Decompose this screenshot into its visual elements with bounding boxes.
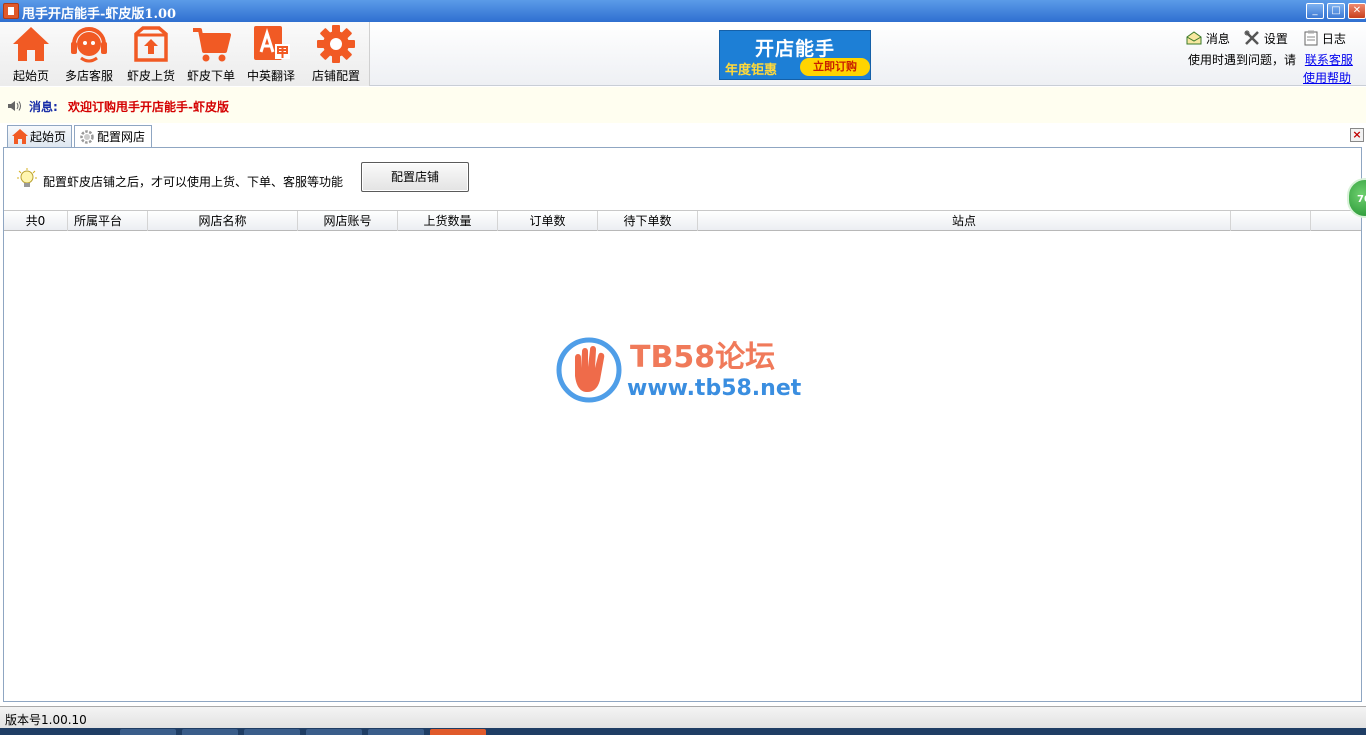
version-text: 版本号1.00.10: [5, 713, 87, 727]
taskbar-item[interactable]: [120, 729, 176, 735]
help-line: 使用时遇到问题，请 联系客服: [1188, 51, 1353, 68]
messages-link[interactable]: 消息: [1186, 30, 1230, 47]
speaker-icon: [8, 101, 21, 111]
gear-icon: [317, 25, 355, 63]
col-store-name[interactable]: 网店名称: [148, 211, 298, 231]
title-bar: 甩手开店能手-虾皮版1.00 _ □ ✕: [0, 0, 1366, 22]
message-text: 欢迎订购甩手开店能手-虾皮版: [68, 100, 229, 114]
hand-logo-icon: [556, 337, 622, 403]
toolbar-upload-button[interactable]: 虾皮上货: [121, 24, 181, 86]
config-panel: 配置虾皮店铺之后，才可以使用上货、下单、客服等功能 配置店铺 共0 所属平台 网…: [3, 147, 1362, 702]
help-link[interactable]: 使用帮助: [1303, 69, 1351, 86]
config-tip: 配置虾皮店铺之后，才可以使用上货、下单、客服等功能: [43, 175, 344, 189]
home-icon: [13, 27, 49, 61]
taskbar-item[interactable]: [306, 729, 362, 735]
home-icon: [12, 129, 28, 144]
help-prefix: 使用时遇到问题，请: [1188, 53, 1297, 67]
clipboard-icon: [1304, 30, 1318, 46]
settings-link[interactable]: 设置: [1244, 30, 1288, 47]
promo-title: 开店能手: [754, 38, 835, 60]
toolbar-order-button[interactable]: 虾皮下单: [181, 24, 241, 86]
toolbar-multi-service-button[interactable]: 多店客服: [59, 24, 119, 86]
translate-icon: [254, 26, 290, 60]
toolbar-translate-button[interactable]: 中英翻译: [241, 24, 301, 86]
taskbar-item[interactable]: [244, 729, 300, 735]
contact-support-link[interactable]: 联系客服: [1305, 53, 1353, 67]
col-total[interactable]: 共0: [4, 211, 68, 231]
taskbar-item[interactable]: [368, 729, 424, 735]
tab-home[interactable]: 起始页: [7, 125, 72, 148]
log-link[interactable]: 日志: [1304, 30, 1346, 47]
col-order-count[interactable]: 订单数: [498, 211, 598, 231]
promo-banner[interactable]: 开店能手 年度钜惠 立即订购: [719, 30, 871, 80]
upload-box-icon: [134, 26, 168, 62]
order-now-button[interactable]: 立即订购: [800, 58, 870, 76]
col-site[interactable]: 站点: [698, 211, 1231, 231]
cart-icon: [193, 28, 231, 62]
gear-icon: [80, 130, 94, 144]
os-taskbar: [0, 728, 1366, 735]
col-store-account[interactable]: 网店账号: [298, 211, 398, 231]
taskbar-item-active[interactable]: [430, 729, 486, 735]
tool-strip: 起始页 多店客服 虾皮上货 虾皮下单 中英翻译 店铺配置: [0, 22, 370, 86]
status-bar: 版本号1.00.10: [0, 706, 1366, 728]
app-icon: [3, 3, 19, 19]
window-title: 甩手开店能手-虾皮版1.00: [22, 7, 177, 22]
tools-icon: [1244, 30, 1259, 45]
promo-subtitle: 年度钜惠: [725, 63, 778, 78]
toolbar-home-button[interactable]: 起始页: [1, 24, 61, 86]
col-upload-count[interactable]: 上货数量: [398, 211, 498, 231]
watermark-title: TB58论坛: [630, 340, 776, 375]
config-store-button[interactable]: 配置店铺: [361, 162, 469, 192]
store-table-header: 共0 所属平台 网店名称 网店账号 上货数量 订单数 待下单数 站点: [4, 210, 1361, 231]
envelope-icon: [1186, 31, 1202, 45]
main-toolbar: 起始页 多店客服 虾皮上货 虾皮下单 中英翻译 店铺配置 开店能手 年度钜惠 立…: [0, 22, 1366, 86]
taskbar-item[interactable]: [182, 729, 238, 735]
maximize-button[interactable]: □: [1327, 3, 1345, 19]
watermark-url: www.tb58.net: [627, 376, 802, 401]
minimize-button[interactable]: _: [1306, 3, 1324, 19]
message-bar: 消息: 欢迎订购甩手开店能手-虾皮版: [0, 87, 1366, 123]
close-tab-button[interactable]: ×: [1350, 128, 1364, 142]
headset-icon: [71, 27, 107, 63]
message-label: 消息:: [29, 100, 58, 114]
tab-bar: 起始页 配置网店 ×: [0, 125, 1366, 149]
watermark: TB58论坛 www.tb58.net: [555, 336, 815, 406]
lightbulb-icon: [17, 168, 37, 187]
col-platform[interactable]: 所属平台: [68, 211, 148, 231]
col-extra: [1231, 211, 1311, 231]
close-button[interactable]: ✕: [1348, 3, 1366, 19]
tab-config-store[interactable]: 配置网店: [74, 125, 152, 149]
col-pending-orders[interactable]: 待下单数: [598, 211, 698, 231]
toolbar-store-config-button[interactable]: 店铺配置: [306, 24, 366, 86]
